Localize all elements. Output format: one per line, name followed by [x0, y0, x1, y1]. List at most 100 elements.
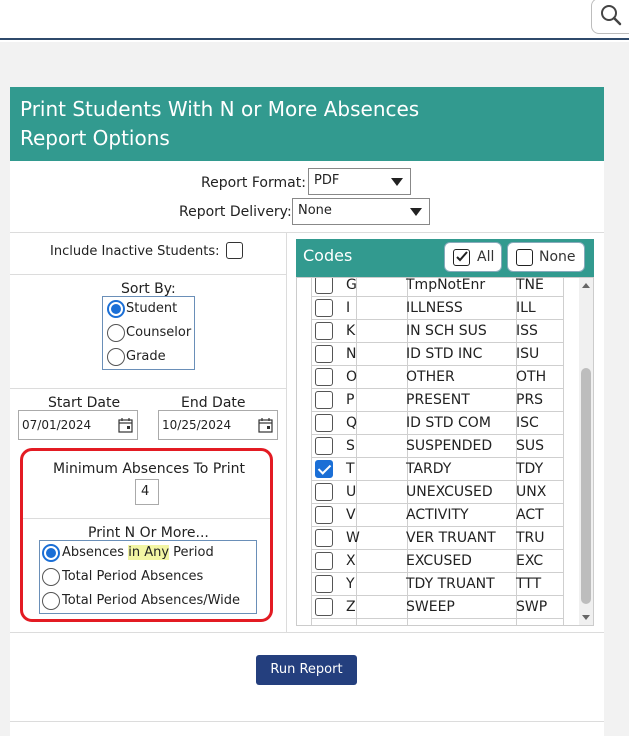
code-row: V ACTIVITY ACT: [311, 504, 563, 527]
code-row: S SUSPENDED SUS: [311, 435, 563, 458]
code-description: PRESENT: [406, 392, 470, 408]
total-period-absences-wide-radio[interactable]: [42, 592, 60, 610]
code-abbreviation: SWP: [516, 599, 548, 615]
code-checkbox[interactable]: [315, 575, 333, 593]
code-abbreviation: ISC: [516, 415, 539, 431]
code-description: ACTIVITY: [406, 507, 469, 523]
run-report-button[interactable]: Run Report: [256, 655, 357, 685]
option-text: Absences: [62, 545, 129, 560]
code-checkbox[interactable]: [315, 345, 333, 363]
min-absences-label: Minimum Absences To Print: [53, 461, 246, 477]
highlighted-text: in Any: [128, 545, 170, 560]
sort-grade-radio[interactable]: [107, 348, 125, 366]
chevron-down-icon: [410, 208, 422, 216]
total-period-absences-radio[interactable]: [42, 568, 60, 586]
code-letter: T: [346, 461, 355, 477]
min-absences-input[interactable]: 4: [135, 479, 159, 505]
divider: [10, 388, 286, 389]
code-letter: K: [346, 323, 356, 339]
end-date-label: End Date: [181, 395, 246, 411]
code-row: N ID STD INC ISU: [311, 343, 563, 366]
sort-counselor-radio[interactable]: [107, 324, 125, 342]
code-letter: U: [346, 484, 357, 500]
code-checkbox[interactable]: [315, 598, 333, 616]
code-row: W VER TRUANT TRU: [311, 527, 563, 550]
code-row: T TARDY TDY: [311, 458, 563, 481]
code-checkbox[interactable]: [315, 391, 333, 409]
scroll-down-icon[interactable]: [582, 615, 590, 620]
absences-any-period-radio[interactable]: [42, 544, 60, 562]
code-checkbox[interactable]: [315, 299, 333, 317]
code-checkbox[interactable]: [315, 506, 333, 524]
calendar-icon[interactable]: [118, 417, 133, 433]
report-format-label: Report Format:: [201, 175, 306, 191]
select-all-button[interactable]: All: [444, 242, 502, 272]
code-row: K IN SCH SUS ISS: [311, 320, 563, 343]
code-abbreviation: ISS: [516, 323, 538, 339]
code-abbreviation: SUS: [516, 438, 545, 454]
start-date-label: Start Date: [48, 395, 121, 411]
start-date-value: 07/01/2024: [22, 418, 92, 432]
include-inactive-checkbox[interactable]: [226, 242, 243, 259]
code-abbreviation: UNX: [516, 484, 547, 500]
codes-title: Codes: [303, 246, 353, 265]
report-format-value: PDF: [314, 173, 340, 188]
select-none-button[interactable]: None: [507, 242, 585, 272]
sort-by-label: Sort By:: [121, 281, 176, 297]
select-none-label: None: [539, 249, 576, 265]
code-description: SUSPENDED: [406, 438, 493, 454]
code-letter: P: [346, 392, 355, 408]
top-bar: [0, 0, 629, 40]
code-row: I ILLNESS ILL: [311, 297, 563, 320]
code-abbreviation: TDY: [516, 461, 544, 477]
code-checkbox[interactable]: [315, 529, 333, 547]
code-letter: X: [346, 553, 356, 569]
code-checkbox[interactable]: [315, 322, 333, 340]
absences-any-period-label: Absences in Any Period: [62, 545, 214, 560]
codes-list[interactable]: G TmpNotEnr TNE I ILLNESS ILL K IN SCH SUS ISS N I…: [296, 277, 594, 626]
code-row: Y TDY TRUANT TTT: [311, 573, 563, 596]
code-abbreviation: ISU: [516, 346, 540, 362]
panel-header: Print Students With N or More Absences R…: [10, 87, 604, 161]
report-delivery-select[interactable]: None: [292, 198, 430, 225]
sort-by-group: Student Counselor Grade: [102, 296, 195, 370]
sort-grade-label: Grade: [126, 349, 166, 364]
code-letter: S: [346, 438, 355, 454]
code-row: Q ID STD COM ISC: [311, 412, 563, 435]
code-checkbox[interactable]: [315, 414, 333, 432]
start-date-input[interactable]: 07/01/2024: [18, 410, 138, 440]
code-checkbox[interactable]: [315, 278, 333, 294]
code-checkbox[interactable]: [315, 368, 333, 386]
code-abbreviation: ILL: [516, 300, 536, 316]
codes-header: Codes All None: [296, 239, 594, 277]
total-period-absences-wide-label: Total Period Absences/Wide: [62, 593, 241, 608]
scroll-up-icon[interactable]: [582, 283, 590, 288]
calendar-icon[interactable]: [258, 417, 273, 433]
scrollbar-thumb[interactable]: [581, 368, 591, 604]
code-description: EXCUSED: [406, 553, 472, 569]
report-format-select[interactable]: PDF: [308, 168, 411, 195]
search-button[interactable]: [591, 0, 629, 34]
end-date-value: 10/25/2024: [162, 418, 232, 432]
code-description: IN SCH SUS: [406, 323, 487, 339]
code-description: TmpNotEnr: [406, 277, 486, 293]
code-abbreviation: TNE: [516, 277, 544, 293]
sort-student-radio[interactable]: [107, 300, 125, 318]
code-abbreviation: PRS: [516, 392, 544, 408]
code-checkbox[interactable]: [315, 483, 333, 501]
code-row: Z SWEEP SWP: [311, 596, 563, 619]
code-row: X EXCUSED EXC: [311, 550, 563, 573]
code-letter: V: [346, 507, 356, 523]
code-description: ILLNESS: [406, 300, 463, 316]
scrollbar[interactable]: [579, 278, 593, 625]
code-abbreviation: EXC: [516, 553, 544, 569]
end-date-input[interactable]: 10/25/2024: [158, 410, 278, 440]
code-description: ID STD COM: [406, 415, 491, 431]
code-checkbox[interactable]: [315, 460, 333, 478]
code-description: ID STD INC: [406, 346, 483, 362]
code-description: TDY TRUANT: [406, 576, 495, 592]
code-checkbox[interactable]: [315, 437, 333, 455]
code-checkbox[interactable]: [315, 552, 333, 570]
report-delivery-label: Report Delivery:: [179, 204, 292, 220]
report-title: Print Students With N or More Absences: [20, 97, 420, 121]
